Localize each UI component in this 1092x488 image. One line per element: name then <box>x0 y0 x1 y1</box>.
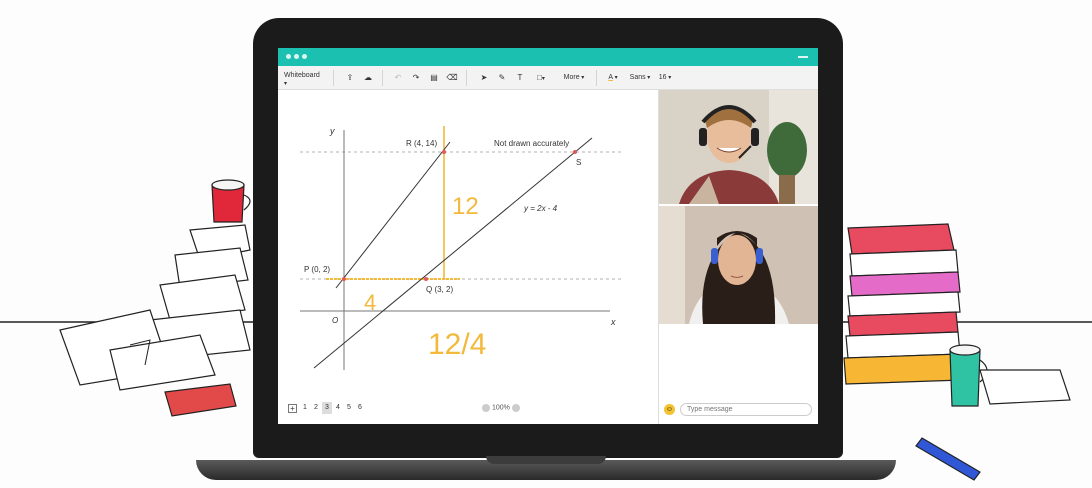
whiteboard-canvas[interactable]: y x O P (0, 2) R (4, 14) Q (3, 2) S Not … <box>278 90 658 424</box>
page-6[interactable]: 6 <box>355 402 365 414</box>
size-dropdown[interactable]: 16 ▾ <box>656 72 674 84</box>
text-tool-icon[interactable]: T <box>514 72 526 84</box>
point-r-label: R (4, 14) <box>406 139 437 148</box>
zoom-level: 100% <box>491 404 510 412</box>
font-dropdown[interactable]: Sans ▾ <box>628 72 652 84</box>
toolbar-divider <box>333 70 334 86</box>
zoom-out-icon[interactable] <box>482 404 490 412</box>
toolbar-divider <box>466 70 467 86</box>
app-screen: Whiteboard ▾ ⇪ ☁ ↶ ↷ ▤ ⌫ ➤ ✎ T □▾ More ▾… <box>278 48 818 424</box>
student-video-feed <box>659 206 818 324</box>
window-dot-icon[interactable] <box>302 54 307 59</box>
point-p-label: P (0, 2) <box>304 265 330 274</box>
mode-dropdown[interactable]: Whiteboard ▾ <box>284 72 324 87</box>
point-s-label: S <box>576 158 581 167</box>
video-tile-student[interactable] <box>659 206 818 324</box>
redo-icon[interactable]: ↷ <box>410 72 422 84</box>
page-5[interactable]: 5 <box>344 402 354 414</box>
more-button-label: More <box>563 74 580 81</box>
add-page-icon[interactable]: + <box>288 404 297 413</box>
toolbar-divider <box>382 70 383 86</box>
window-dot-icon[interactable] <box>294 54 299 59</box>
decorative-sketch-left <box>0 179 255 417</box>
graph-drawing: y x O P (0, 2) R (4, 14) Q (3, 2) S Not … <box>300 126 623 370</box>
x-axis-label: x <box>610 317 616 327</box>
origin-label: O <box>332 316 338 325</box>
text-color-button[interactable]: A ▾ <box>604 72 622 84</box>
laptop-base <box>196 456 896 486</box>
shape-tool-icon[interactable]: □▾ <box>532 72 550 84</box>
zoom-in-icon[interactable] <box>511 404 520 412</box>
clipboard-icon[interactable]: ▤ <box>428 72 440 84</box>
page-2[interactable]: 2 <box>311 402 321 414</box>
window-dot-icon[interactable] <box>286 54 291 59</box>
emoji-icon[interactable]: ☺ <box>664 404 675 415</box>
mode-dropdown-label: Whiteboard <box>284 72 320 79</box>
cursor-icon[interactable]: ➤ <box>478 72 490 84</box>
size-dropdown-label: 16 <box>658 74 667 81</box>
chevron-down-icon: ▾ <box>284 81 288 87</box>
font-dropdown-label: Sans <box>629 74 646 81</box>
pen-icon[interactable]: ✎ <box>496 72 508 84</box>
y-axis-label: y <box>329 126 335 136</box>
handwritten-4: 4 <box>364 290 376 315</box>
point-q-marker <box>424 277 428 281</box>
point-p-marker <box>342 277 346 281</box>
tutor-video-feed <box>659 90 818 204</box>
line-equation-label: y = 2x - 4 <box>523 204 558 213</box>
undo-icon[interactable]: ↶ <box>392 72 404 84</box>
more-button[interactable]: More ▾ <box>560 72 588 84</box>
eraser-icon[interactable]: ⌫ <box>446 72 458 84</box>
point-q-label: Q (3, 2) <box>426 285 453 294</box>
minimize-icon[interactable] <box>798 56 808 58</box>
chat-message-input[interactable] <box>680 403 812 416</box>
title-bar <box>278 48 818 66</box>
cloud-icon[interactable]: ☁ <box>362 72 374 84</box>
not-drawn-note: Not drawn accurately <box>494 139 569 148</box>
video-tile-tutor[interactable] <box>659 90 818 204</box>
zoom-control: 100% <box>482 404 520 412</box>
toolbar-divider <box>596 70 597 86</box>
point-s-marker <box>573 150 577 154</box>
page-1[interactable]: 1 <box>300 402 310 414</box>
handwritten-fraction: 12/4 <box>428 328 486 361</box>
decorative-sketch-right <box>840 223 1092 481</box>
page-4[interactable]: 4 <box>333 402 343 414</box>
toolbar: Whiteboard ▾ ⇪ ☁ ↶ ↷ ▤ ⌫ ➤ ✎ T □▾ More ▾… <box>278 66 818 90</box>
chat-bar: ☺ <box>662 402 812 418</box>
handwritten-12: 12 <box>452 193 479 220</box>
video-panel <box>658 90 818 424</box>
point-r-marker <box>442 150 446 154</box>
upload-icon[interactable]: ⇪ <box>344 72 356 84</box>
page-3-current[interactable]: 3 <box>322 402 332 414</box>
scene: Whiteboard ▾ ⇪ ☁ ↶ ↷ ▤ ⌫ ➤ ✎ T □▾ More ▾… <box>0 0 1092 488</box>
